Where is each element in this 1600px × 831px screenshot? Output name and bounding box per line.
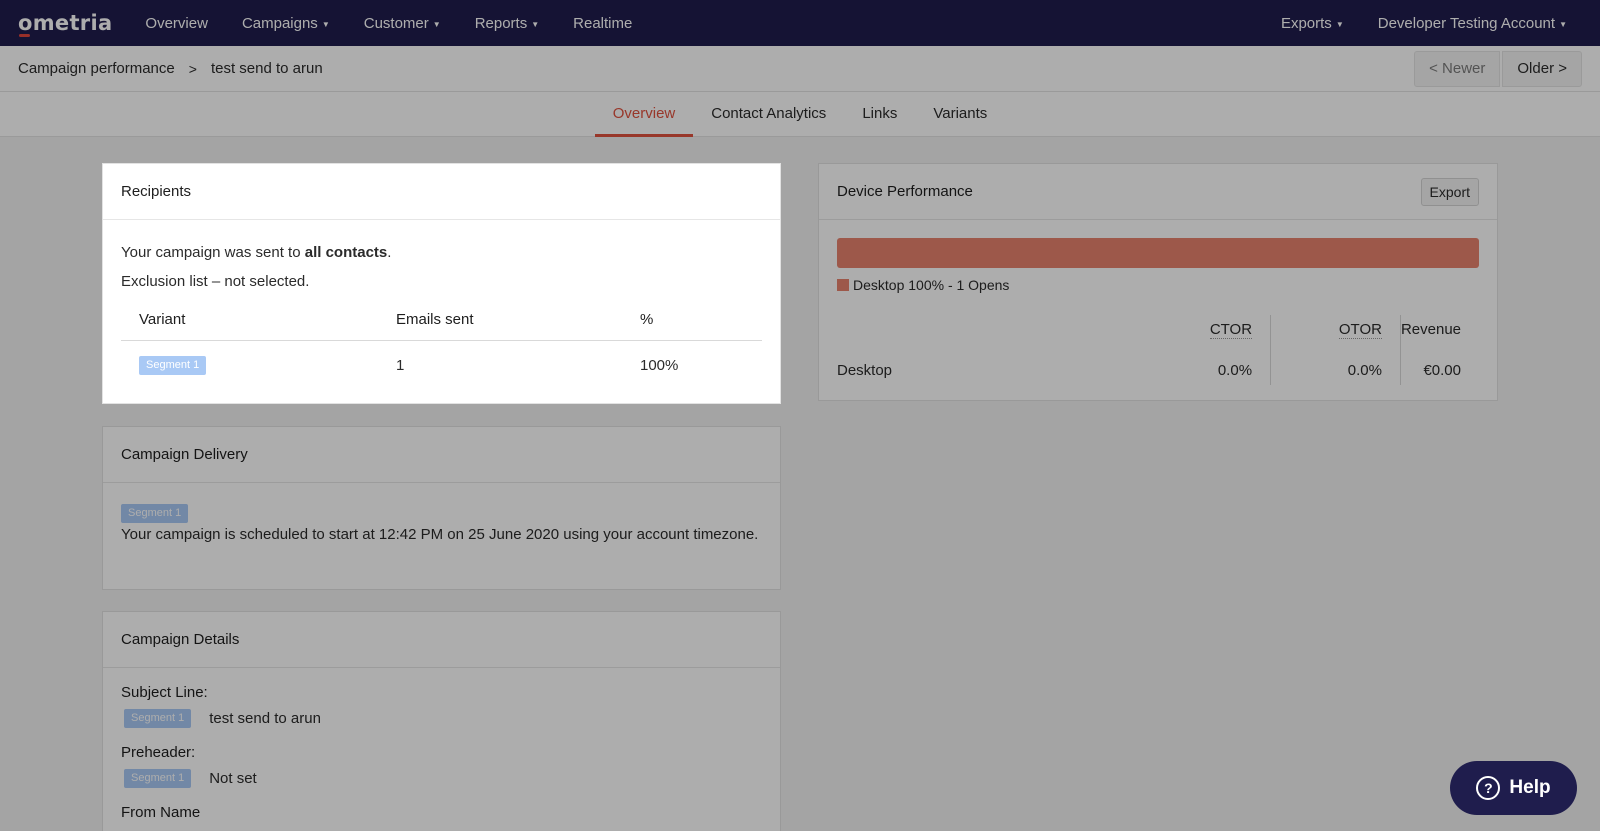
- campaign-details-card: Campaign Details Subject Line: Segment 1…: [102, 611, 781, 831]
- tab-links[interactable]: Links: [844, 92, 915, 137]
- desktop-share-bar: [837, 238, 1479, 268]
- recipients-sent-text: Your campaign was sent to all contacts.: [121, 244, 392, 261]
- caret-down-icon: ▼: [1335, 19, 1344, 29]
- question-icon: ?: [1476, 776, 1501, 800]
- breadcrumb-parent-link[interactable]: Campaign performance: [18, 60, 175, 77]
- older-button[interactable]: Older >: [1502, 50, 1582, 87]
- device-name: Desktop: [837, 362, 893, 379]
- tab-contact-analytics[interactable]: Contact Analytics: [693, 92, 844, 137]
- device-performance-card: Device Performance Export Desktop 100% -…: [818, 163, 1498, 401]
- caret-down-icon: ▼: [321, 19, 330, 29]
- top-nav: ometria Overview Campaigns ▼ Customer ▼ Re…: [0, 0, 1600, 46]
- otor-header[interactable]: OTOR: [1338, 321, 1382, 339]
- nav-overview[interactable]: Overview: [128, 0, 225, 46]
- table-row: Desktop 0.0% 0.0% €0.00: [837, 352, 1479, 385]
- delivery-schedule-text: Your campaign is scheduled to start at 1…: [121, 526, 759, 543]
- help-label: Help: [1509, 777, 1551, 798]
- help-button[interactable]: ? Help: [1450, 761, 1577, 815]
- recipients-card: Recipients Your campaign was sent to all…: [102, 163, 781, 404]
- device-legend: Desktop 100% - 1 Opens: [837, 277, 1479, 293]
- tab-overview[interactable]: Overview: [594, 92, 694, 137]
- preheader-label: Preheader:: [121, 744, 196, 761]
- device-performance-title: Device Performance: [837, 183, 973, 200]
- revenue-value: €0.00: [1399, 352, 1479, 385]
- breadcrumb-current: test send to arun: [210, 60, 323, 77]
- caret-down-icon: ▼: [531, 19, 540, 29]
- otor-value: 0.0%: [1270, 352, 1401, 385]
- subject-line-label: Subject Line:: [121, 684, 208, 701]
- breadcrumb-separator: >: [188, 60, 197, 77]
- segment-badge: Segment 1: [121, 504, 189, 523]
- breadcrumb: Campaign performance > test send to arun…: [0, 46, 1600, 92]
- column-header: %: [622, 311, 762, 341]
- from-name-label: From Name: [121, 804, 201, 821]
- exclusion-list-text: Exclusion list – not selected.: [121, 273, 310, 290]
- percent-value: 100%: [640, 356, 679, 374]
- nav-customer[interactable]: Customer ▼: [347, 0, 458, 46]
- segment-badge: Segment 1: [139, 356, 207, 375]
- device-table: CTOR OTOR Revenue Desktop 0.0% 0.0% €0.0…: [837, 315, 1479, 385]
- tab-variants[interactable]: Variants: [915, 92, 1005, 137]
- nav-campaigns[interactable]: Campaigns ▼: [225, 0, 347, 46]
- nav-realtime[interactable]: Realtime: [556, 0, 649, 46]
- legend-swatch: [837, 279, 849, 291]
- caret-down-icon: ▼: [1559, 19, 1567, 29]
- revenue-header: Revenue: [1400, 321, 1461, 338]
- legend-label: Desktop 100% - 1 Opens: [853, 277, 1010, 293]
- recipients-table: Variant Emails sent % Segment 1 1 100%: [121, 311, 762, 385]
- campaign-details-title: Campaign Details: [103, 612, 780, 668]
- campaign-delivery-card: Campaign Delivery Segment 1 Your campaig…: [102, 426, 781, 590]
- emails-sent-value: 1: [396, 356, 405, 374]
- campaign-delivery-title: Campaign Delivery: [103, 427, 780, 483]
- segment-badge: Segment 1: [124, 769, 192, 788]
- nav-account-menu[interactable]: Developer Testing Account ▼: [1361, 0, 1584, 46]
- ctor-header[interactable]: CTOR: [1209, 321, 1253, 339]
- ctor-value: 0.0%: [1217, 362, 1253, 379]
- ometria-logo[interactable]: ometria: [18, 11, 112, 37]
- table-row: Segment 1 1 100%: [121, 341, 762, 386]
- recipients-title: Recipients: [103, 164, 780, 220]
- tab-bar: Overview Contact Analytics Links Variant…: [0, 92, 1600, 137]
- pager: < Newer Older >: [1414, 46, 1582, 92]
- caret-down-icon: ▼: [432, 19, 441, 29]
- column-header: Variant: [121, 311, 378, 341]
- segment-badge: Segment 1: [124, 709, 192, 728]
- export-button[interactable]: Export: [1420, 177, 1479, 206]
- nav-exports[interactable]: Exports ▼: [1264, 0, 1361, 46]
- column-header: Emails sent: [378, 311, 622, 341]
- newer-button[interactable]: < Newer: [1414, 50, 1501, 87]
- preheader-value: Not set: [209, 770, 257, 787]
- nav-reports[interactable]: Reports ▼: [458, 0, 556, 46]
- subject-line-value: test send to arun: [209, 710, 321, 727]
